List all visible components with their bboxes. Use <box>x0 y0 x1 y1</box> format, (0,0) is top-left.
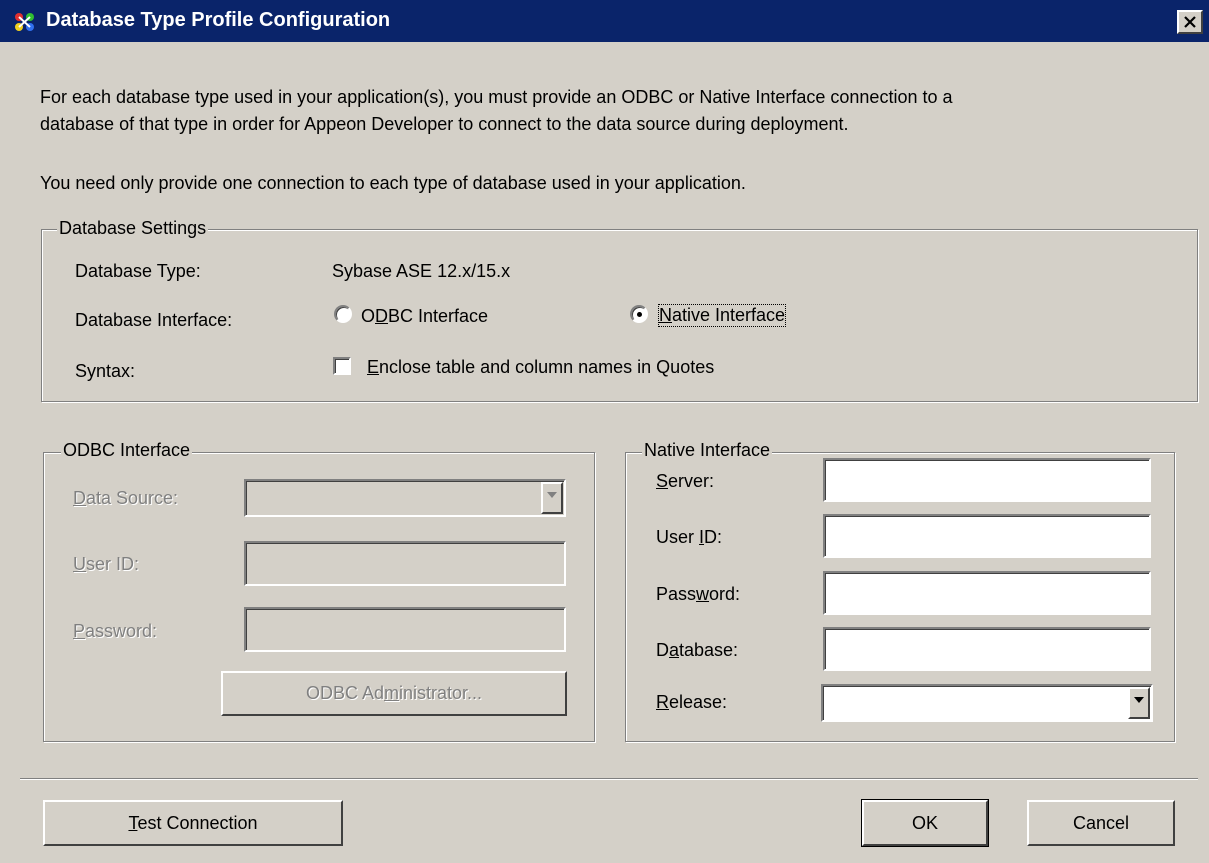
close-button[interactable] <box>1177 10 1203 34</box>
native-password-input[interactable] <box>823 571 1151 615</box>
syntax-label: Syntax: <box>75 361 136 381</box>
ok-button[interactable]: OK <box>861 799 989 847</box>
window-title: Database Type Profile Configuration <box>46 9 391 31</box>
native-password-label: Password: <box>656 584 741 604</box>
button-separator <box>20 778 1198 780</box>
odbc-user-id-input[interactable] <box>244 541 566 586</box>
odbc-administrator-button[interactable]: ODBC Administrator... <box>221 671 567 716</box>
appeon-icon <box>14 12 36 32</box>
database-type-label: Database Type: <box>75 261 201 281</box>
native-release-select[interactable] <box>821 684 1153 722</box>
odbc-data-source-label: Data Source: <box>73 488 179 508</box>
cancel-button[interactable]: Cancel <box>1027 800 1175 846</box>
close-icon <box>1184 16 1196 28</box>
intro-text-line-1: For each database type used in your appl… <box>40 87 953 107</box>
native-database-input[interactable] <box>823 627 1151 671</box>
chevron-down-icon <box>1134 697 1144 703</box>
odbc-interface-radio-circle[interactable] <box>334 305 352 323</box>
native-interface-radio-circle[interactable] <box>630 305 648 323</box>
odbc-password-input[interactable] <box>244 607 566 652</box>
native-release-label: Release: <box>656 692 728 712</box>
native-database-label: Database: <box>656 640 739 660</box>
title-bar: Database Type Profile Configuration <box>0 0 1209 42</box>
database-interface-label: Database Interface: <box>75 310 233 330</box>
radio-selected-dot <box>637 312 642 317</box>
chevron-down-icon <box>547 492 557 498</box>
odbc-interface-radio-label[interactable]: ODBC Interface <box>361 306 488 327</box>
test-connection-button[interactable]: Test Connection <box>43 800 343 846</box>
native-interface-group-label: Native Interface <box>642 440 773 461</box>
native-server-input[interactable] <box>823 458 1151 502</box>
native-release-dropdown-button[interactable] <box>1128 687 1150 719</box>
intro-text-line-2: database of that type in order for Appeo… <box>40 114 849 134</box>
intro-text-line-3: You need only provide one connection to … <box>40 173 746 193</box>
odbc-user-id-label: User ID: <box>73 554 140 574</box>
odbc-interface-group-label: ODBC Interface <box>61 440 193 461</box>
odbc-data-source-select[interactable] <box>244 479 566 517</box>
enclose-quotes-checkbox-label[interactable]: Enclose table and column names in Quotes <box>367 357 714 378</box>
enclose-quotes-checkbox-box[interactable] <box>333 357 351 375</box>
native-user-id-input[interactable] <box>823 514 1151 558</box>
native-user-id-label: User ID: <box>656 527 723 547</box>
odbc-data-source-dropdown-button[interactable] <box>541 482 563 514</box>
native-interface-radio-label[interactable]: Native Interface <box>657 304 787 327</box>
database-type-value: Sybase ASE 12.x/15.x <box>332 261 511 281</box>
database-settings-group-label: Database Settings <box>57 218 209 239</box>
native-server-label: Server: <box>656 471 715 491</box>
odbc-password-label: Password: <box>73 621 158 641</box>
